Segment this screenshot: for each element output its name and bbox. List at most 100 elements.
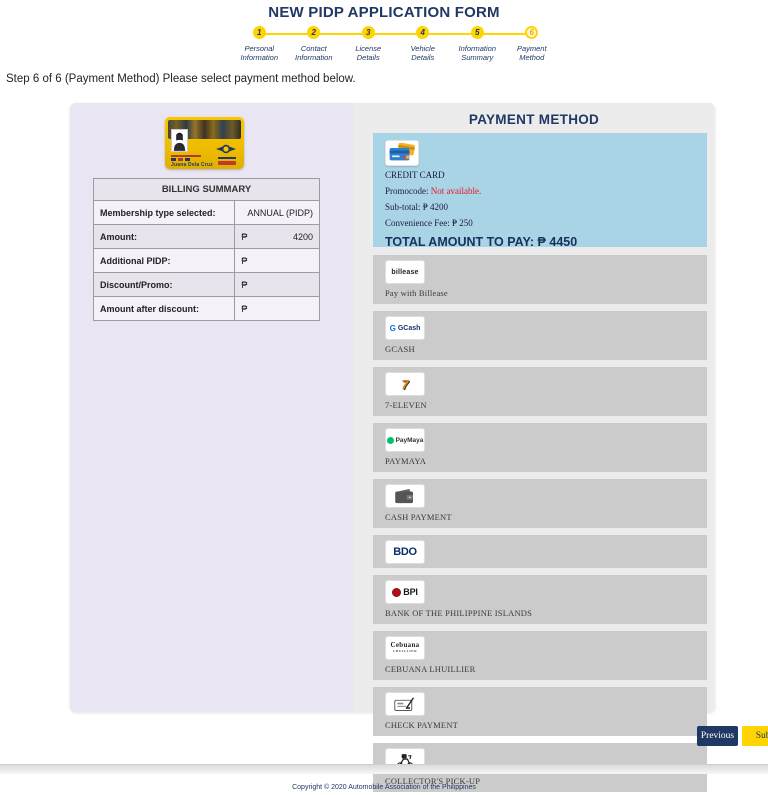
previous-button[interactable]: Previous bbox=[697, 726, 738, 746]
payment-option-cebuana[interactable]: CebuanaLHUILLIER CEBUANA LHUILLIER bbox=[373, 631, 707, 680]
convenience-fee-line: Convenience Fee: ₱ 250 bbox=[385, 218, 695, 228]
total-amount-line: TOTAL AMOUNT TO PAY: ₱ 4450 bbox=[385, 235, 695, 249]
payment-option-label: BANK OF THE PHILIPPINE ISLANDS bbox=[385, 608, 695, 618]
currency-symbol: ₱ bbox=[241, 232, 247, 242]
bpi-logo-box: BPI bbox=[385, 580, 425, 604]
billing-row-value: ₱ bbox=[235, 273, 320, 297]
footer-divider bbox=[0, 764, 768, 774]
main-panel: Juana Dela Cruz BILLING SUMMARY Membersh… bbox=[70, 103, 715, 712]
payment-option-billease[interactable]: billease Pay with Billease bbox=[373, 255, 707, 304]
billing-panel: Juana Dela Cruz BILLING SUMMARY Membersh… bbox=[70, 103, 353, 712]
billing-row: Amount after discount: ₱ bbox=[94, 297, 320, 321]
amount-value: 4200 bbox=[293, 232, 313, 242]
stepper-step-vehicle: 4 VehicleDetails bbox=[396, 26, 451, 62]
billease-logo-box: billease bbox=[385, 260, 425, 284]
billing-row-value: ₱ 4200 bbox=[235, 225, 320, 249]
billing-row-label: Discount/Promo: bbox=[94, 273, 235, 297]
gcash-logo-box: GGCash bbox=[385, 316, 425, 340]
pidp-card-image: Juana Dela Cruz bbox=[165, 117, 244, 169]
card-holder-photo bbox=[171, 129, 188, 152]
billing-row-value: ANNUAL (PIDP) bbox=[235, 201, 320, 225]
card-partner-logo bbox=[218, 161, 236, 165]
payment-option-check[interactable]: CHECK PAYMENT bbox=[373, 687, 707, 736]
payment-option-label: 7-ELEVEN bbox=[385, 400, 695, 410]
credit-card-icon bbox=[385, 140, 419, 166]
step-circle: 3 bbox=[362, 26, 375, 39]
promocode-line: Promocode: Not available. bbox=[385, 186, 695, 196]
currency-symbol: ₱ bbox=[241, 256, 247, 266]
step-circle: 4 bbox=[416, 26, 429, 39]
currency-symbol: ₱ bbox=[241, 304, 247, 314]
bpi-logo bbox=[392, 588, 401, 597]
step-label: PersonalInformation bbox=[240, 44, 278, 62]
check-logo-box bbox=[385, 692, 425, 716]
payment-option-seven-eleven[interactable]: 7 7-ELEVEN bbox=[373, 367, 707, 416]
check-document-icon bbox=[393, 696, 417, 713]
bdo-logo: BDO bbox=[393, 546, 417, 558]
cebuana-logo: CebuanaLHUILLIER bbox=[391, 642, 420, 654]
seven-eleven-logo-box: 7 bbox=[385, 372, 425, 396]
billing-row-label: Amount after discount: bbox=[94, 297, 235, 321]
payment-option-gcash[interactable]: GGCash GCASH bbox=[373, 311, 707, 360]
payment-option-paymaya[interactable]: PayMaya PAYMAYA bbox=[373, 423, 707, 472]
step-label: LicenseDetails bbox=[355, 44, 381, 62]
stepper-step-personal: 1 PersonalInformation bbox=[232, 26, 287, 62]
billing-row-label: Additional PIDP: bbox=[94, 249, 235, 273]
stepper-step-contact: 2 ContactInformation bbox=[287, 26, 342, 62]
billing-row-value: ₱ bbox=[235, 249, 320, 273]
payment-method-title: PAYMENT METHOD bbox=[353, 112, 715, 127]
subtotal-line: Sub-total: ₱ 4200 bbox=[385, 202, 695, 212]
payment-option-label: PAYMAYA bbox=[385, 456, 695, 466]
payment-panel: PAYMENT METHOD CREDIT CARD Promocode: No… bbox=[353, 103, 715, 712]
billing-row: Discount/Promo: ₱ bbox=[94, 273, 320, 297]
billing-row: Amount: ₱ 4200 bbox=[94, 225, 320, 249]
paymaya-logo-box: PayMaya bbox=[385, 428, 425, 452]
currency-symbol: ₱ bbox=[241, 280, 247, 290]
step-instruction: Step 6 of 6 (Payment Method) Please sele… bbox=[6, 73, 356, 85]
stepper-step-license: 3 LicenseDetails bbox=[341, 26, 396, 62]
billing-row-label: Amount: bbox=[94, 225, 235, 249]
amount-value: ANNUAL (PIDP) bbox=[247, 208, 313, 218]
gcash-logo: G bbox=[390, 324, 396, 333]
step-label: InformationSummary bbox=[458, 44, 496, 62]
submit-button[interactable]: Submit bbox=[742, 726, 768, 746]
payment-option-label: Pay with Billease bbox=[385, 288, 695, 298]
card-powered-by-line bbox=[218, 157, 236, 159]
step-label: ContactInformation bbox=[295, 44, 333, 62]
billing-summary-title: BILLING SUMMARY bbox=[94, 179, 320, 201]
step-circle: 6 bbox=[525, 26, 538, 39]
step-circle: 2 bbox=[307, 26, 320, 39]
payment-option-bpi[interactable]: BPI BANK OF THE PHILIPPINE ISLANDS bbox=[373, 575, 707, 624]
page-title: NEW PIDP APPLICATION FORM bbox=[0, 4, 768, 21]
card-number-line bbox=[171, 155, 201, 157]
step-circle: 1 bbox=[253, 26, 266, 39]
payment-option-label: CEBUANA LHUILLIER bbox=[385, 664, 695, 674]
stepper-step-information: 5 InformationSummary bbox=[450, 26, 505, 62]
selected-option-label: CREDIT CARD bbox=[385, 170, 695, 180]
payment-option-cash[interactable]: CASH PAYMENT bbox=[373, 479, 707, 528]
billing-row-value: ₱ bbox=[235, 297, 320, 321]
seven-eleven-logo: 7 bbox=[401, 378, 408, 391]
payment-option-credit-card[interactable]: CREDIT CARD Promocode: Not available. Su… bbox=[373, 133, 707, 247]
person-silhouette-icon bbox=[172, 130, 187, 151]
step-circle: 5 bbox=[471, 26, 484, 39]
payment-option-label: GCASH bbox=[385, 344, 695, 354]
payment-option-label: CASH PAYMENT bbox=[385, 512, 695, 522]
payment-option-label: CHECK PAYMENT bbox=[385, 720, 695, 730]
step-label: VehicleDetails bbox=[411, 44, 435, 62]
wallet-icon bbox=[394, 488, 416, 504]
billing-summary-table: BILLING SUMMARY Membership type selected… bbox=[93, 178, 320, 321]
progress-stepper: 1 PersonalInformation 2 ContactInformation 3… bbox=[232, 26, 559, 68]
payment-option-bdo[interactable]: BDO bbox=[373, 535, 707, 568]
promocode-value: Not available. bbox=[431, 186, 481, 196]
payment-options-list: billease Pay with Billease GGCash GCASH 7 7-E… bbox=[373, 255, 707, 795]
cebuana-logo-box: CebuanaLHUILLIER bbox=[385, 636, 425, 660]
bdo-logo-box: BDO bbox=[385, 540, 425, 564]
billing-row-label: Membership type selected: bbox=[94, 201, 235, 225]
card-mini-logos bbox=[171, 158, 190, 161]
stepper-step-payment: 6PaymentMethod bbox=[505, 26, 560, 62]
billing-row: Membership type selected: ANNUAL (PIDP) bbox=[94, 201, 320, 225]
paymaya-logo bbox=[387, 437, 394, 444]
billing-row: Additional PIDP: ₱ bbox=[94, 249, 320, 273]
cash-logo-box bbox=[385, 484, 425, 508]
